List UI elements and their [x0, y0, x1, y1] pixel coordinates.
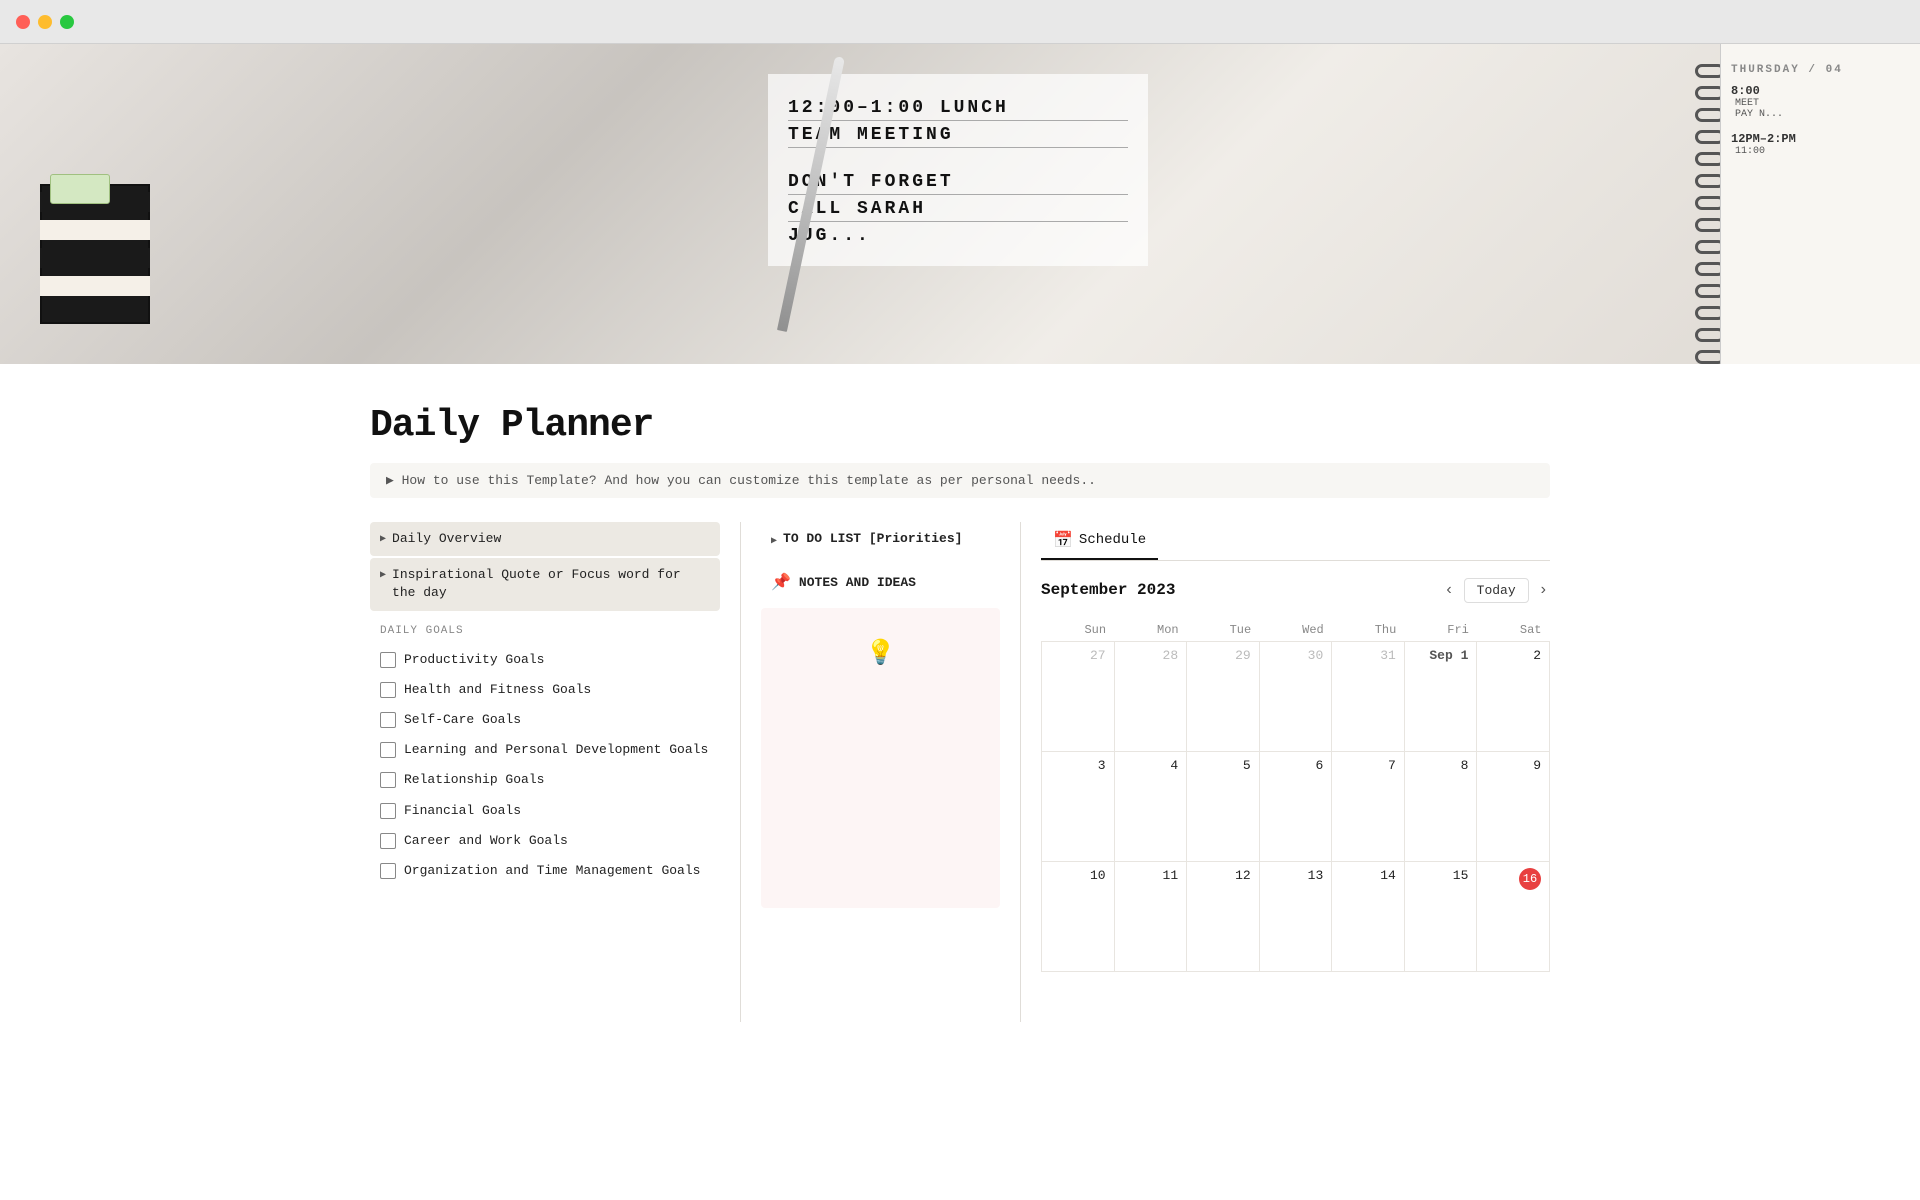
checkbox-organization[interactable]: [380, 863, 396, 879]
calendar-day-headers: Sun Mon Tue Wed Thu Fri Sat: [1042, 619, 1550, 642]
arrow-icon: ▶: [380, 533, 386, 545]
day-header-sat: Sat: [1477, 619, 1550, 642]
calendar-week-1: 27 28 29 30 31 Sep 1 2: [1042, 642, 1550, 752]
cal-cell-aug31[interactable]: 31: [1332, 642, 1405, 752]
cal-cell-aug27[interactable]: 27: [1042, 642, 1115, 752]
goal-health[interactable]: Health and Fitness Goals: [370, 675, 720, 705]
goal-productivity-label: Productivity Goals: [404, 651, 544, 669]
day-header-tue: Tue: [1187, 619, 1260, 642]
todo-arrow-icon: ▶: [771, 535, 777, 547]
inspirational-quote-label: Inspirational Quote or Focus word for th…: [392, 566, 710, 602]
cal-cell-sep8[interactable]: 8: [1404, 752, 1477, 862]
calendar-icon: 📅: [1053, 530, 1073, 550]
cal-cell-aug29[interactable]: 29: [1187, 642, 1260, 752]
cal-cell-aug28[interactable]: 28: [1114, 642, 1187, 752]
checkbox-learning[interactable]: [380, 742, 396, 758]
schedule-tab[interactable]: 📅 Schedule: [1041, 522, 1158, 560]
checkbox-health[interactable]: [380, 682, 396, 698]
notebook-decoration: [40, 164, 180, 344]
prev-month-button[interactable]: ‹: [1442, 577, 1455, 603]
arrow-icon-2: ▶: [380, 569, 386, 581]
calendar-tabs: 📅 Schedule: [1041, 522, 1550, 561]
middle-column: ▶ TO DO LIST [Priorities] 📌 NOTES AND ID…: [740, 522, 1020, 1022]
goal-financial[interactable]: Financial Goals: [370, 796, 720, 826]
goal-learning[interactable]: Learning and Personal Development Goals: [370, 735, 720, 765]
cal-cell-sep2[interactable]: 2: [1477, 642, 1550, 752]
goal-organization-label: Organization and Time Management Goals: [404, 862, 700, 880]
goal-career[interactable]: Career and Work Goals: [370, 826, 720, 856]
goal-learning-label: Learning and Personal Development Goals: [404, 741, 708, 759]
cal-cell-sep6[interactable]: 6: [1259, 752, 1332, 862]
cal-cell-sep11[interactable]: 11: [1114, 862, 1187, 972]
inspirational-quote-item[interactable]: ▶ Inspirational Quote or Focus word for …: [370, 558, 720, 610]
notes-header[interactable]: 📌 NOTES AND IDEAS: [761, 564, 1000, 600]
day-header-sun: Sun: [1042, 619, 1115, 642]
cal-cell-sep4[interactable]: 4: [1114, 752, 1187, 862]
planner-right: THURSDAY / 04 8:00 MEETPAY N... 12PM–2:P…: [1720, 44, 1920, 364]
info-text: ▶ How to use this Template? And how you …: [386, 473, 1096, 488]
cal-cell-sep7[interactable]: 7: [1332, 752, 1405, 862]
cal-cell-sep16-today[interactable]: 16: [1477, 862, 1550, 972]
goals-list: Productivity Goals Health and Fitness Go…: [370, 645, 720, 887]
checkbox-financial[interactable]: [380, 803, 396, 819]
maximize-button[interactable]: [60, 15, 74, 29]
next-month-button[interactable]: ›: [1537, 577, 1550, 603]
calendar-grid: Sun Mon Tue Wed Thu Fri Sat 27 28 29: [1041, 619, 1550, 972]
cal-cell-aug30[interactable]: 30: [1259, 642, 1332, 752]
day-header-wed: Wed: [1259, 619, 1332, 642]
schedule-tab-label: Schedule: [1079, 532, 1146, 548]
main-layout: ▶ Daily Overview ▶ Inspirational Quote o…: [370, 522, 1550, 1022]
todo-label: TO DO LIST [Priorities]: [783, 530, 962, 548]
day-header-fri: Fri: [1404, 619, 1477, 642]
hero-banner: 12:00–1:00 LUNCH TEAM MEETING DON'T FORG…: [0, 44, 1920, 364]
notes-area[interactable]: 💡: [761, 608, 1000, 908]
info-box[interactable]: ▶ How to use this Template? And how you …: [370, 463, 1550, 498]
notes-pin-icon: 📌: [771, 572, 791, 592]
goal-selfcare[interactable]: Self-Care Goals: [370, 705, 720, 735]
goal-organization[interactable]: Organization and Time Management Goals: [370, 856, 720, 886]
goal-relationship[interactable]: Relationship Goals: [370, 765, 720, 795]
cal-cell-sep10[interactable]: 10: [1042, 862, 1115, 972]
todo-list-header[interactable]: ▶ TO DO LIST [Priorities]: [761, 522, 1000, 556]
checkbox-selfcare[interactable]: [380, 712, 396, 728]
bulb-icon: 💡: [866, 638, 896, 668]
close-button[interactable]: [16, 15, 30, 29]
right-column-calendar: 📅 Schedule September 2023 ‹ Today › Sun …: [1020, 522, 1550, 1022]
handwriting-area: 12:00–1:00 LUNCH TEAM MEETING DON'T FORG…: [768, 74, 1268, 344]
month-year-label: September 2023: [1041, 581, 1175, 599]
goal-career-label: Career and Work Goals: [404, 832, 568, 850]
goal-health-label: Health and Fitness Goals: [404, 681, 591, 699]
day-header-thu: Thu: [1332, 619, 1405, 642]
daily-overview-label: Daily Overview: [392, 530, 501, 548]
checkbox-career[interactable]: [380, 833, 396, 849]
calendar-week-3: 10 11 12 13 14 15 16: [1042, 862, 1550, 972]
cal-cell-sep13[interactable]: 13: [1259, 862, 1332, 972]
cal-cell-sep14[interactable]: 14: [1332, 862, 1405, 972]
page-content: Daily Planner ▶ How to use this Template…: [310, 404, 1610, 1022]
goal-selfcare-label: Self-Care Goals: [404, 711, 521, 729]
checkbox-relationship[interactable]: [380, 772, 396, 788]
daily-goals-header: DAILY GOALS: [380, 625, 720, 637]
cal-cell-sep12[interactable]: 12: [1187, 862, 1260, 972]
page-title: Daily Planner: [370, 404, 1550, 447]
cal-cell-sep5[interactable]: 5: [1187, 752, 1260, 862]
cal-cell-sep1[interactable]: Sep 1: [1404, 642, 1477, 752]
calendar-navigation: ‹ Today ›: [1442, 577, 1550, 603]
cal-cell-sep15[interactable]: 15: [1404, 862, 1477, 972]
cal-cell-sep3[interactable]: 3: [1042, 752, 1115, 862]
goal-financial-label: Financial Goals: [404, 802, 521, 820]
daily-overview-item[interactable]: ▶ Daily Overview: [370, 522, 720, 556]
calendar-header: September 2023 ‹ Today ›: [1041, 577, 1550, 603]
cal-cell-sep9[interactable]: 9: [1477, 752, 1550, 862]
left-column: ▶ Daily Overview ▶ Inspirational Quote o…: [370, 522, 740, 1022]
today-button[interactable]: Today: [1464, 578, 1529, 603]
goal-productivity[interactable]: Productivity Goals: [370, 645, 720, 675]
minimize-button[interactable]: [38, 15, 52, 29]
day-header-mon: Mon: [1114, 619, 1187, 642]
checkbox-productivity[interactable]: [380, 652, 396, 668]
notes-label: NOTES AND IDEAS: [799, 575, 916, 590]
goal-relationship-label: Relationship Goals: [404, 771, 544, 789]
calendar-week-2: 3 4 5 6 7 8 9: [1042, 752, 1550, 862]
window-chrome: [0, 0, 1920, 44]
